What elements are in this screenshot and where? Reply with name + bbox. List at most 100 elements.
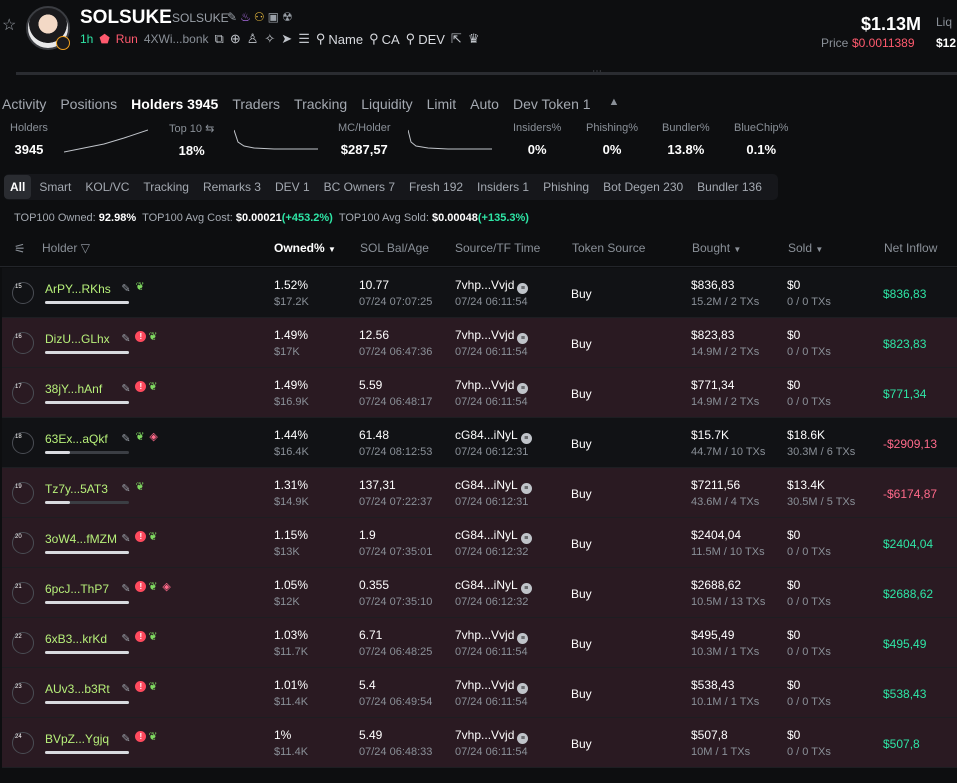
source-wallet[interactable]: 7vhp...Vvjd ≡: [455, 278, 529, 294]
table-row[interactable]: 15 ArPY...RKhs ✎ ❦ 1.52% $17.2K 10.77 07/…: [2, 268, 957, 318]
holder-address[interactable]: 63Ex...aQkf: [45, 432, 108, 446]
tab-2[interactable]: Holders 3945: [131, 96, 218, 112]
source-wallet[interactable]: cG84...iNyL ≡: [455, 528, 532, 544]
source-wallet[interactable]: cG84...iNyL ≡: [455, 428, 532, 444]
edit-icon[interactable]: ✎: [121, 382, 130, 395]
holder-avatar[interactable]: 17: [12, 382, 34, 404]
source-wallet[interactable]: 7vhp...Vvjd ≡: [455, 328, 529, 344]
holder-avatar[interactable]: 21: [12, 582, 34, 604]
col-sol-bal[interactable]: SOL Bal/Age: [360, 241, 429, 255]
swap-icon[interactable]: ⇆: [205, 123, 214, 135]
holder-address[interactable]: 6pcJ...ThP7: [45, 582, 109, 596]
filter-chip-5[interactable]: DEV 1: [269, 175, 316, 199]
filter-chip-7[interactable]: Fresh 192: [403, 175, 469, 199]
external-link-icon[interactable]: ⇱: [451, 31, 462, 47]
search-name-link[interactable]: ⚲ Name: [316, 31, 363, 47]
edit-icon[interactable]: ✎: [121, 582, 130, 595]
holder-avatar[interactable]: 23: [12, 682, 34, 704]
resize-handle-icon[interactable]: ⋯: [592, 66, 602, 77]
source-wallet[interactable]: 7vhp...Vvjd ≡: [455, 628, 529, 644]
filter-chip-2[interactable]: KOL/VC: [79, 175, 135, 199]
tab-7[interactable]: Auto: [470, 96, 499, 112]
edit-icon[interactable]: ✎: [121, 732, 130, 745]
table-row[interactable]: 18 63Ex...aQkf ✎ ❦ ◈ 1.44% $16.4K 61.48 07…: [2, 418, 957, 468]
source-wallet[interactable]: 7vhp...Vvjd ≡: [455, 728, 529, 744]
table-row[interactable]: 23 AUv3...b3Rt ✎! ❦ 1.01% $11.4K 5.4 07/2…: [2, 668, 957, 718]
holder-avatar[interactable]: 19: [12, 482, 34, 504]
col-holder[interactable]: Holder ▽: [42, 241, 90, 255]
holder-avatar[interactable]: 15: [12, 282, 34, 304]
filter-chip-6[interactable]: BC Owners 7: [318, 175, 401, 199]
source-wallet[interactable]: cG84...iNyL ≡: [455, 578, 532, 594]
col-owned[interactable]: Owned% ▼: [274, 241, 336, 255]
edit-icon[interactable]: ✎: [121, 282, 130, 295]
copy-icon[interactable]: ⧉: [215, 31, 224, 47]
panel-divider[interactable]: [16, 72, 957, 75]
search-ca-link[interactable]: ⚲ CA: [369, 31, 400, 47]
holder-address[interactable]: Tz7y...5AT3: [45, 482, 108, 496]
holder-avatar[interactable]: 20: [12, 532, 34, 554]
holder-address[interactable]: AUv3...b3Rt: [45, 682, 110, 696]
settings-sliders-icon[interactable]: ⚟: [14, 241, 26, 257]
source-wallet[interactable]: 7vhp...Vvjd ≡: [455, 378, 529, 394]
filter-chip-11[interactable]: Bundler 136: [691, 175, 768, 199]
edit-icon[interactable]: ✎: [121, 482, 130, 495]
col-token-source[interactable]: Token Source: [572, 241, 645, 255]
table-row[interactable]: 19 Tz7y...5AT3 ✎ ❦ 1.31% $14.9K 137,31 07…: [2, 468, 957, 518]
source-wallet[interactable]: 7vhp...Vvjd ≡: [455, 678, 529, 694]
edit-icon[interactable]: ✎: [121, 682, 130, 695]
col-net-inflow[interactable]: Net Inflow: [884, 241, 937, 255]
tab-4[interactable]: Tracking: [294, 96, 347, 112]
table-row[interactable]: 16 DizU...GLhx ✎! ❦ 1.49% $17K 12.56 07/2…: [2, 318, 957, 368]
contract-address[interactable]: 4XWi...bonk: [144, 32, 209, 46]
edit-icon[interactable]: ✎: [121, 332, 130, 345]
holder-avatar[interactable]: 22: [12, 632, 34, 654]
holder-address[interactable]: BVpZ...Ygjq: [45, 732, 109, 746]
list-icon[interactable]: ☰: [298, 31, 310, 47]
table-row[interactable]: 20 3oW4...fMZM ✎! ❦ 1.15% $13K 1.9 07/24 …: [2, 518, 957, 568]
holder-address[interactable]: 38jY...hAnf: [45, 382, 102, 396]
table-row[interactable]: 24 BVpZ...Ygjq ✎! ❦ 1% $11.4K 5.49 07/24 …: [2, 718, 957, 768]
col-source[interactable]: Source/TF Time: [455, 241, 540, 255]
tab-1[interactable]: Positions: [60, 96, 117, 112]
tab-0[interactable]: Activity: [2, 96, 46, 112]
col-bought[interactable]: Bought ▼: [692, 241, 741, 255]
edit-icon[interactable]: ✎: [121, 632, 130, 645]
holder-address[interactable]: 3oW4...fMZM: [45, 532, 117, 546]
tab-5[interactable]: Liquidity: [361, 96, 412, 112]
table-row[interactable]: 21 6pcJ...ThP7 ✎! ❦ ◈ 1.05% $12K 0.355 07/…: [2, 568, 957, 618]
filter-chip-9[interactable]: Phishing: [537, 175, 595, 199]
filter-chip-4[interactable]: Remarks 3: [197, 175, 267, 199]
tab-8[interactable]: Dev Token 1: [513, 96, 591, 112]
edit-icon[interactable]: ✎: [121, 532, 130, 545]
edit-icon[interactable]: ✎: [121, 432, 130, 445]
holder-address[interactable]: DizU...GLhx: [45, 332, 110, 346]
tab-3[interactable]: Traders: [232, 96, 280, 112]
filter-chip-10[interactable]: Bot Degen 230: [597, 175, 689, 199]
holder-address[interactable]: ArPY...RKhs: [45, 282, 111, 296]
collapse-caret-icon[interactable]: ▲: [609, 96, 620, 112]
edit-icon[interactable]: ✎: [227, 10, 240, 24]
holder-avatar[interactable]: 18: [12, 432, 34, 454]
filter-icon[interactable]: ▽: [81, 241, 90, 255]
crown-icon[interactable]: ♛: [468, 31, 480, 47]
token-source: Buy: [571, 537, 592, 551]
filter-chip-0[interactable]: All: [4, 175, 32, 199]
filter-chip-3[interactable]: Tracking: [137, 175, 195, 199]
source-wallet[interactable]: cG84...iNyL ≡: [455, 478, 532, 494]
user-icon[interactable]: ♙: [247, 31, 259, 47]
col-sold[interactable]: Sold ▼: [788, 241, 823, 255]
holder-avatar[interactable]: 24: [12, 732, 34, 754]
tab-6[interactable]: Limit: [427, 96, 457, 112]
holder-address[interactable]: 6xB3...krKd: [45, 632, 107, 646]
table-row[interactable]: 22 6xB3...krKd ✎! ❦ 1.03% $11.7K 6.71 07/…: [2, 618, 957, 668]
filter-chip-1[interactable]: Smart: [33, 175, 77, 199]
star-icon[interactable]: ☆: [2, 18, 18, 34]
community-icon[interactable]: ✧: [264, 31, 275, 47]
filter-chip-8[interactable]: Insiders 1: [471, 175, 535, 199]
table-row[interactable]: 17 38jY...hAnf ✎! ❦ 1.49% $16.9K 5.59 07/…: [2, 368, 957, 418]
search-dev-link[interactable]: ⚲ DEV: [406, 31, 445, 47]
website-icon[interactable]: ⊕: [230, 31, 241, 47]
holder-avatar[interactable]: 16: [12, 332, 34, 354]
telegram-icon[interactable]: ➤: [281, 31, 292, 47]
